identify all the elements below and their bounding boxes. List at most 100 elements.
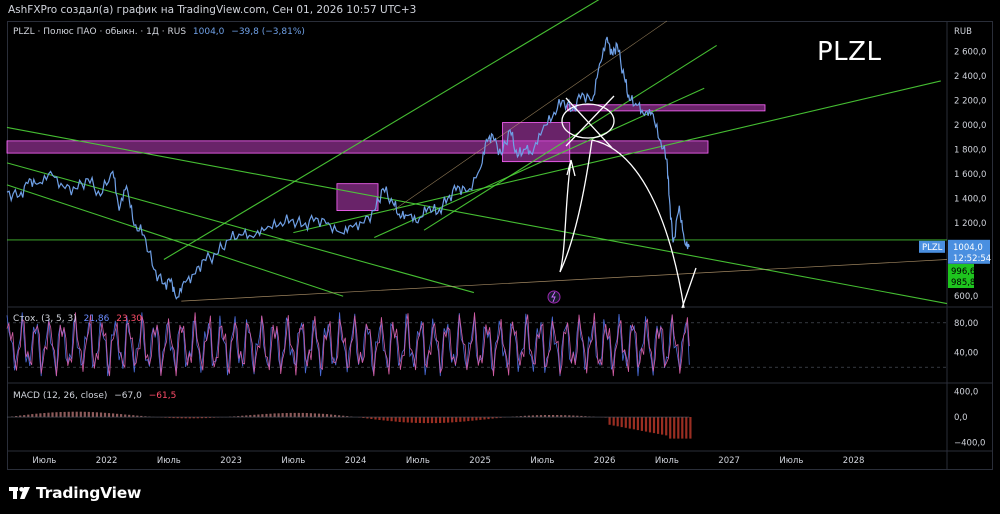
price-legend[interactable]: PLZL · Полюс ПАО · обыкн. · 1Д · RUS 100… — [13, 26, 305, 38]
time-axis-tick-label: Июль — [32, 456, 56, 466]
macd-value: −67,0 — [114, 391, 142, 401]
time-axis-tick-label: Июль — [779, 456, 803, 466]
time-axis: Июль 2022 Июль 2023 Июль 2024 Июль 2025 Июль 2026… — [32, 456, 864, 466]
time-axis-tick-label: Июль — [281, 456, 305, 466]
macd-histogram-bar — [418, 417, 421, 423]
macd-histogram-bar — [648, 417, 652, 433]
macd-histogram-bar — [568, 415, 571, 417]
macd-histogram-bar — [120, 414, 123, 417]
macd-histogram-bar — [378, 417, 381, 420]
macd-histogram-bar — [483, 417, 486, 420]
symbol-watermark: PLZL — [817, 37, 882, 67]
macd-histogram-bar — [689, 417, 692, 439]
price-axis-tick-label: 1 800,0 — [954, 145, 986, 155]
tradingview-logo-text: TradingView — [36, 484, 142, 502]
macd-histogram-bar — [257, 414, 260, 418]
price-axis: 600,01 000,01 200,01 400,01 600,01 800,0… — [954, 27, 986, 448]
macd-histogram-bar — [394, 417, 397, 422]
macd-histogram-bar — [471, 417, 474, 421]
stochastic-k-value: 21,86 — [83, 314, 110, 324]
macd-histogram-bar — [99, 412, 103, 417]
macd-histogram-bar — [31, 414, 34, 417]
macd-histogram-bar — [681, 417, 684, 439]
macd-histogram-bar — [293, 412, 296, 418]
macd-histogram-bar — [652, 417, 656, 434]
macd-histogram — [7, 411, 692, 439]
time-axis-tick-label: 2028 — [843, 456, 865, 466]
macd-histogram-bar — [67, 411, 70, 418]
time-axis-tick-label: 2024 — [345, 456, 367, 466]
macd-histogram-bar — [426, 417, 430, 424]
macd-histogram-bar — [55, 412, 58, 418]
macd-histogram-bar — [443, 417, 446, 423]
macd-histogram-bar — [330, 414, 333, 418]
macd-histogram-bar — [640, 417, 643, 431]
macd-legend[interactable]: MACD (12, 26, close) −67,0 −61,5 — [13, 390, 176, 402]
macd-histogram-bar — [35, 413, 38, 417]
macd-histogram-bar — [103, 412, 107, 417]
macd-histogram-bar — [632, 417, 635, 430]
macd-histogram-bar — [289, 412, 292, 417]
macd-histogram-bar — [669, 417, 672, 439]
last-price-tag-label: 1004,0 — [953, 243, 983, 253]
macd-histogram-bar — [273, 413, 276, 417]
macd-histogram-bar — [317, 413, 321, 418]
macd-histogram-bar — [39, 413, 42, 417]
macd-histogram-bar — [624, 417, 627, 428]
macd-histogram-bar — [281, 413, 284, 417]
macd-histogram-bar — [107, 413, 111, 417]
macd-histogram-bar — [677, 417, 680, 439]
macd-axis-tick-label: 400,0 — [954, 388, 978, 398]
user-drawings — [547, 95, 697, 309]
macd-histogram-bar — [673, 417, 676, 439]
macd-histogram-bar — [636, 417, 639, 431]
time-axis-tick-label: 2027 — [718, 456, 740, 466]
macd-histogram-bar — [612, 417, 615, 426]
macd-histogram-bar — [59, 412, 62, 418]
stochastic-axis-tick-label: 40,00 — [954, 348, 978, 358]
macd-histogram-bar — [616, 417, 619, 427]
macd-histogram-bar — [91, 412, 94, 417]
macd-histogram-bar — [75, 411, 78, 417]
macd-histogram-bar — [479, 417, 482, 420]
macd-histogram-bar — [463, 417, 466, 422]
drawing-arrow-down — [591, 139, 685, 309]
macd-histogram-bar — [620, 417, 623, 428]
trend-line — [293, 80, 941, 234]
stochastic-legend-name: Стох. (3, 5, 3) — [13, 314, 77, 324]
macd-histogram-bar — [447, 417, 450, 423]
resistance-zone — [336, 183, 379, 211]
macd-histogram-bar — [422, 417, 425, 424]
macd-histogram-bar — [43, 413, 46, 417]
trend-line — [6, 162, 475, 294]
price-axis-tick-label: 1 200,0 — [954, 219, 986, 229]
macd-histogram-bar — [439, 417, 442, 423]
time-axis-tick-label: 2026 — [594, 456, 616, 466]
last-price-value: 1004,0 — [192, 27, 225, 37]
macd-histogram-bar — [608, 417, 611, 425]
price-axis-tick-label: 2 600,0 — [954, 48, 986, 58]
symbol-legend-name: PLZL · Полюс ПАО · обыкн. · 1Д · RUS — [13, 27, 187, 37]
chart-canvas[interactable]: 600,01 000,01 200,01 400,01 600,01 800,0… — [0, 0, 1000, 514]
price-axis-tick-label: 2 000,0 — [954, 121, 986, 131]
trend-line — [6, 184, 344, 297]
time-axis-tick-label: Июль — [655, 456, 679, 466]
macd-histogram-bar — [132, 415, 135, 417]
currency-label: RUB — [954, 27, 972, 37]
stochastic-d-value: 23,30 — [116, 314, 143, 324]
macd-histogram-bar — [47, 412, 50, 418]
price-axis-tick-label: 1 600,0 — [954, 170, 986, 180]
macd-histogram-bar — [87, 411, 90, 417]
stochastic-legend[interactable]: Стох. (3, 5, 3) 21,86 23,30 — [13, 313, 142, 325]
macd-histogram-bar — [261, 414, 264, 418]
macd-histogram-bar — [430, 417, 434, 424]
tradingview-logo[interactable]: TradingView — [9, 483, 141, 503]
macd-histogram-bar — [685, 417, 688, 439]
macd-histogram-bar — [374, 417, 377, 420]
green-price-tag-label: 996,6 — [951, 267, 975, 277]
price-axis-tick-label: 600,0 — [954, 292, 978, 302]
macd-histogram-bar — [543, 415, 547, 417]
macd-histogram-bar — [459, 417, 462, 422]
macd-histogram-bar — [661, 417, 664, 435]
price-axis-tick-label: 2 200,0 — [954, 97, 986, 107]
